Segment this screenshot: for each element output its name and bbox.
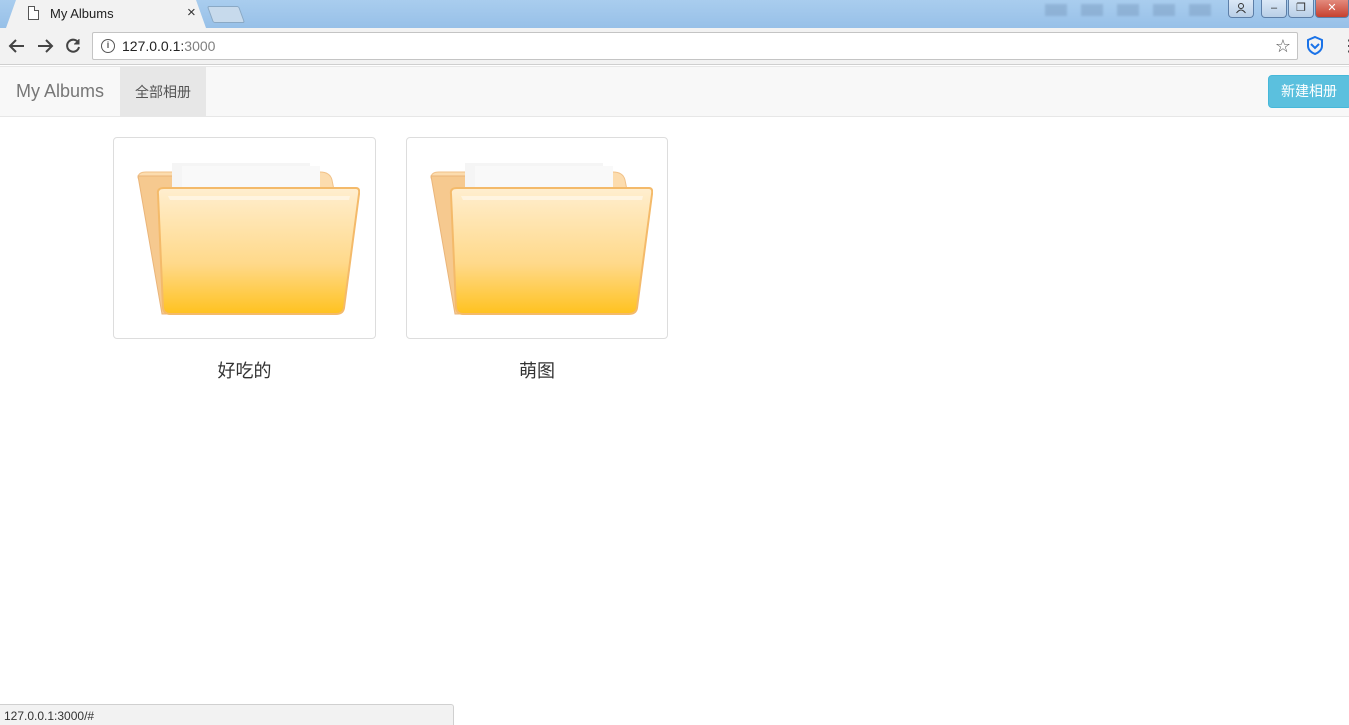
album-card[interactable]: 萌图 bbox=[406, 137, 668, 383]
window-close-icon[interactable]: ✕ bbox=[1315, 0, 1349, 18]
new-tab-button[interactable] bbox=[206, 6, 246, 23]
browser-tab[interactable]: My Albums × bbox=[6, 0, 206, 28]
app-navbar: My Albums 全部相册 新建相册 bbox=[0, 66, 1349, 117]
album-thumbnail[interactable] bbox=[406, 137, 668, 339]
info-icon[interactable]: i bbox=[101, 39, 115, 53]
address-bar[interactable]: i 127.0.0.1:3000 ☆ bbox=[92, 32, 1298, 60]
window-overlay-blur bbox=[1045, 4, 1225, 16]
tab-title: My Albums bbox=[50, 6, 114, 21]
album-name[interactable]: 好吃的 bbox=[113, 357, 376, 383]
album-name[interactable]: 萌图 bbox=[406, 357, 668, 383]
url-text: 127.0.0.1:3000 bbox=[122, 38, 216, 54]
brand-link[interactable]: My Albums bbox=[16, 81, 104, 102]
link-status-bubble: 127.0.0.1:3000/# bbox=[0, 704, 454, 725]
new-album-button[interactable]: 新建相册 bbox=[1268, 75, 1349, 108]
album-card[interactable]: 好吃的 bbox=[113, 137, 376, 383]
profile-icon[interactable] bbox=[1228, 0, 1254, 18]
minimize-icon[interactable]: – bbox=[1261, 0, 1287, 18]
tab-close-icon[interactable]: × bbox=[187, 4, 196, 22]
forward-icon[interactable] bbox=[34, 35, 56, 57]
back-icon[interactable] bbox=[6, 35, 28, 57]
browser-titlebar: My Albums × – ❐ ✕ bbox=[0, 0, 1349, 28]
reload-icon[interactable] bbox=[62, 35, 84, 57]
nav-item-all-albums[interactable]: 全部相册 bbox=[120, 67, 206, 117]
browser-toolbar: i 127.0.0.1:3000 ☆ ⋮ bbox=[0, 28, 1349, 65]
album-thumbnail[interactable] bbox=[113, 137, 376, 339]
restore-icon[interactable]: ❐ bbox=[1288, 0, 1314, 18]
bookmark-star-icon[interactable]: ☆ bbox=[1275, 36, 1291, 57]
page-icon bbox=[28, 6, 39, 20]
folder-icon bbox=[137, 163, 360, 315]
browser-menu-icon[interactable]: ⋮ bbox=[1341, 36, 1349, 56]
folder-icon bbox=[430, 163, 653, 315]
extension-shield-icon[interactable] bbox=[1306, 35, 1324, 56]
